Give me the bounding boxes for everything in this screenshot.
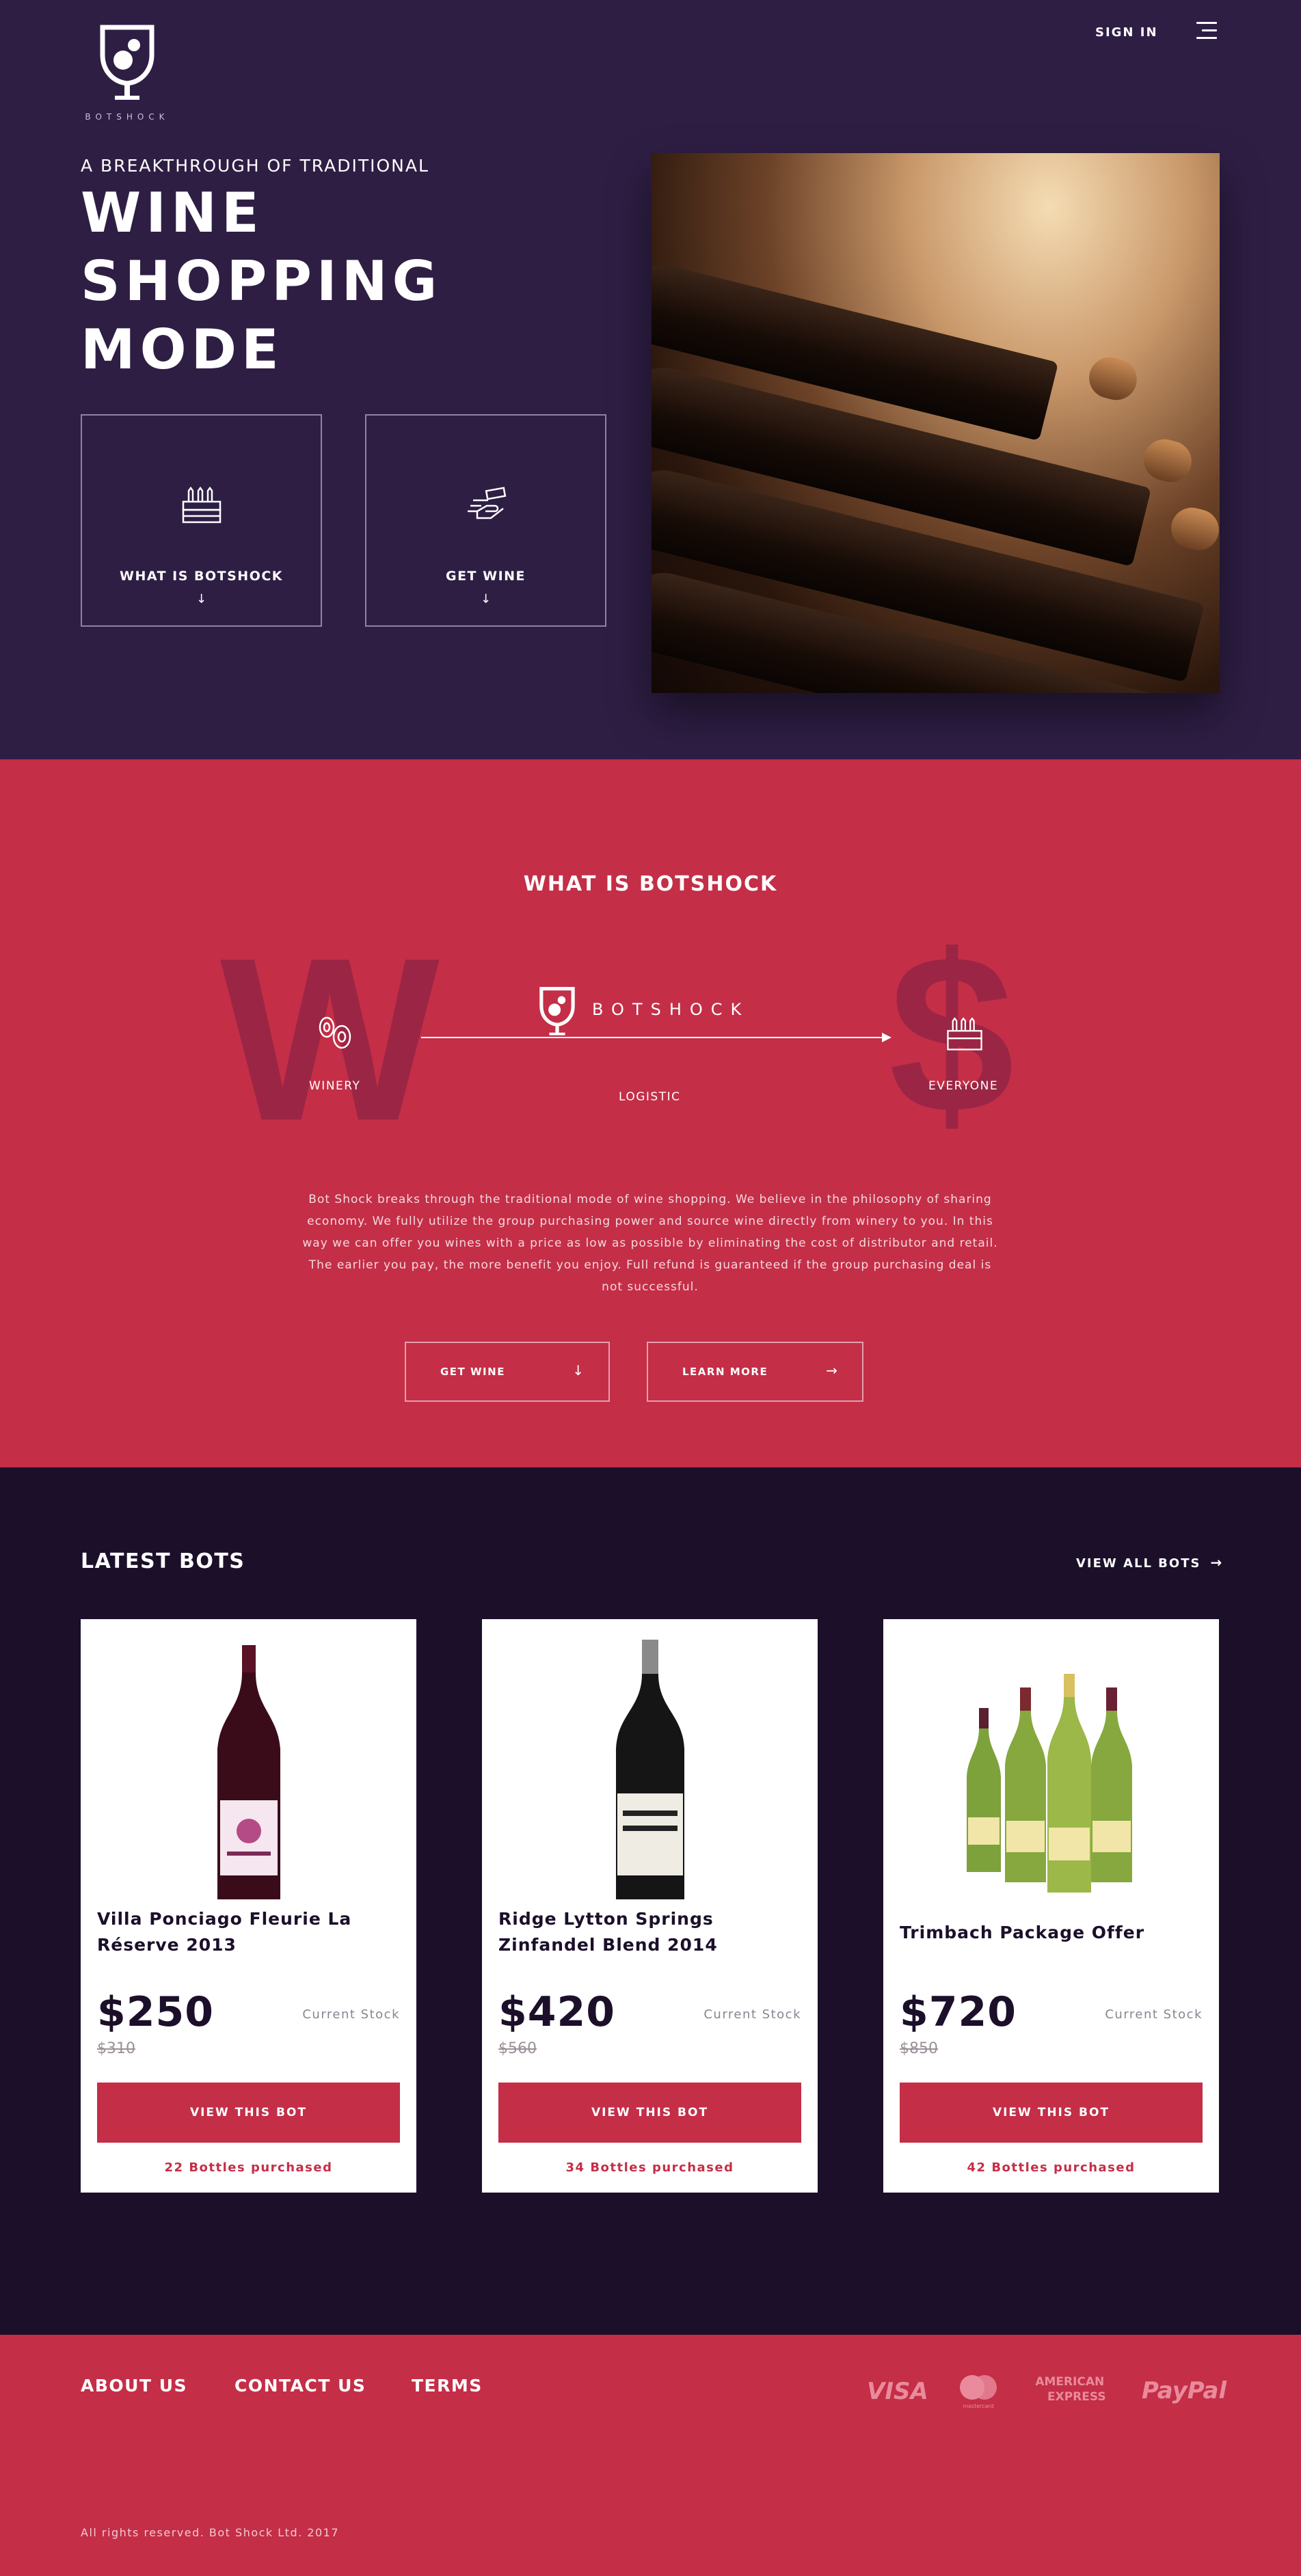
flow-line <box>421 1037 889 1038</box>
barrels-icon <box>319 1016 351 1049</box>
view-this-bot-button[interactable]: VIEW THIS BOT <box>498 2083 801 2143</box>
arrow-right-icon: → <box>1210 1554 1224 1571</box>
amex-line-1: AMERICAN <box>1035 2375 1105 2389</box>
wine-bottle-image <box>217 1645 280 1899</box>
arrow-down-icon: ↓ <box>572 1362 584 1379</box>
bottles-purchased: 42 Bottles purchased <box>967 2160 1136 2175</box>
current-stock-label: Current Stock <box>302 2007 400 2022</box>
visa-icon: VISA <box>867 2378 928 2405</box>
view-this-bot-button[interactable]: VIEW THIS BOT <box>97 2083 400 2143</box>
view-all-bots-link[interactable]: VIEW ALL BOTS → <box>1076 1554 1223 1571</box>
hero-tagline: A BREAKTHROUGH OF TRADITIONAL <box>81 156 429 176</box>
winery-label: WINERY <box>309 1079 361 1093</box>
product-price: $250 <box>97 1988 214 2036</box>
botshock-wordmark: BOTSHOCK <box>592 1000 750 1019</box>
wine-bottles-set-image <box>967 1674 1132 1893</box>
everyone-label: EVERYONE <box>928 1079 999 1093</box>
product-card[interactable]: Ridge Lytton Springs Zinfandel Blend 201… <box>482 1619 818 2193</box>
hand-offer-icon <box>366 481 605 526</box>
get-wine-box[interactable]: GET WINE ↓ <box>365 414 606 627</box>
copyright-text: All rights reserved. Bot Shock Ltd. 2017 <box>81 2526 339 2539</box>
hamburger-icon[interactable] <box>1196 22 1217 42</box>
product-old-price: $310 <box>97 2040 135 2057</box>
hero-headline: WINE SHOPPING MODE <box>81 181 442 381</box>
paypal-icon: PayPal <box>1142 2377 1227 2404</box>
latest-bots-title: LATEST BOTS <box>81 1549 245 1573</box>
what-is-description: Bot Shock breaks through the traditional… <box>302 1193 998 1294</box>
what-is-title: WHAT IS BOTSHOCK <box>523 872 778 896</box>
view-this-bot-button[interactable]: VIEW THIS BOT <box>900 2083 1203 2143</box>
mastercard-icon: mastercard <box>957 2372 1000 2411</box>
product-old-price: $850 <box>900 2040 938 2057</box>
wine-glass-logo-icon <box>539 987 575 1035</box>
brand-logo[interactable]: BOTSHOCK <box>81 25 174 122</box>
footer: ABOUT US CONTACT US TERMS VISA mastercar… <box>0 2335 1301 2576</box>
arrow-down-icon: ↓ <box>480 592 492 606</box>
product-card[interactable]: Villa Ponciago Fleurie La Réserve 2013 $… <box>81 1619 416 2193</box>
bottles-purchased: 34 Bottles purchased <box>565 2160 734 2175</box>
product-price: $720 <box>900 1988 1017 2036</box>
current-stock-label: Current Stock <box>1105 2007 1203 2022</box>
wine-glass-logo-icon <box>100 25 155 100</box>
wine-bottle-image <box>616 1640 684 1899</box>
mastercard-text: mastercard <box>963 2403 994 2409</box>
wine-crate-icon <box>947 1017 982 1050</box>
wine-bottles-photo <box>652 153 1220 693</box>
footer-link-about-us[interactable]: ABOUT US <box>81 2376 187 2396</box>
current-stock-label: Current Stock <box>703 2007 801 2022</box>
footer-link-terms[interactable]: TERMS <box>412 2376 483 2396</box>
logistic-label: LOGISTIC <box>619 1090 681 1104</box>
learn-more-button[interactable]: LEARN MORE → <box>647 1342 863 1402</box>
sign-in-link[interactable]: SIGN IN <box>1095 25 1158 40</box>
learn-more-button-label: LEARN MORE <box>682 1366 768 1378</box>
view-all-bots-label: VIEW ALL BOTS <box>1076 1556 1201 1571</box>
footer-link-contact-us[interactable]: CONTACT US <box>234 2376 366 2396</box>
get-wine-button[interactable]: GET WINE ↓ <box>405 1342 610 1402</box>
product-old-price: $560 <box>498 2040 537 2057</box>
hero-section: BOTSHOCK SIGN IN A BREAKTHROUGH OF TRADI… <box>0 0 1301 759</box>
product-price: $420 <box>498 1988 615 2036</box>
amex-line-2: EXPRESS <box>1047 2390 1106 2404</box>
what-is-botshock-label: WHAT IS BOTSHOCK <box>119 569 284 584</box>
get-wine-button-label: GET WINE <box>440 1366 505 1378</box>
product-card[interactable]: Trimbach Package Offer $720 $850 Current… <box>883 1619 1219 2193</box>
flow-arrowhead <box>882 1033 891 1042</box>
bottles-purchased: 22 Bottles purchased <box>164 2160 333 2175</box>
arrow-down-icon: ↓ <box>196 592 207 606</box>
what-is-botshock-box[interactable]: WHAT IS BOTSHOCK ↓ <box>81 414 322 627</box>
latest-bots-section: LATEST BOTS VIEW ALL BOTS → Villa Ponciag… <box>0 1467 1301 2335</box>
product-name: Ridge Lytton Springs Zinfandel Blend 201… <box>498 1909 718 1955</box>
get-wine-label: GET WINE <box>445 569 526 584</box>
arrow-right-icon: → <box>826 1362 837 1379</box>
what-is-section: WHAT IS BOTSHOCK W $ WINERY BOTSHOCK LOG… <box>0 759 1301 1467</box>
product-name: Villa Ponciago Fleurie La Réserve 2013 <box>97 1909 352 1955</box>
wine-crate-icon <box>82 481 321 526</box>
logo-text: BOTSHOCK <box>85 112 170 122</box>
product-name: Trimbach Package Offer <box>900 1923 1145 1942</box>
amex-icon: AMERICAN EXPRESS <box>1034 2374 1106 2404</box>
